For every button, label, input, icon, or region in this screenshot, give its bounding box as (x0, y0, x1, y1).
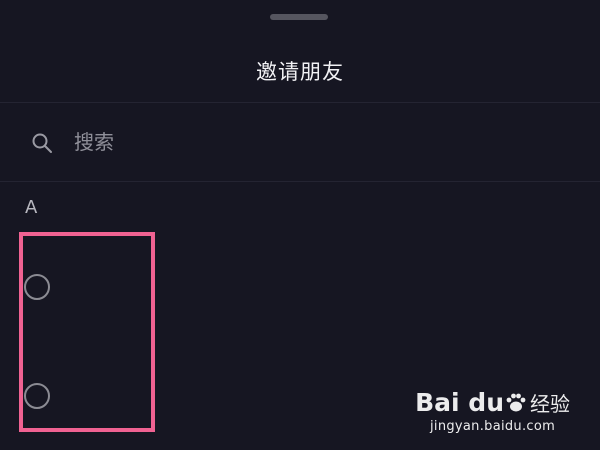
search-divider (0, 181, 600, 182)
drag-handle[interactable] (270, 14, 328, 20)
section-header-a: A (25, 197, 38, 218)
watermark-logo-cn: 经验 (530, 392, 570, 416)
baidu-jingyan-watermark: Bai du 经验 jingyan.baidu.com (415, 388, 570, 435)
watermark-url: jingyan.baidu.com (430, 419, 556, 434)
paw-icon (504, 391, 528, 415)
search-bar[interactable] (0, 104, 600, 180)
sheet-title: 邀请朋友 (256, 60, 344, 84)
header-divider (0, 102, 600, 103)
annotation-highlight-box (19, 232, 155, 432)
watermark-logo-text: Bai du (415, 388, 504, 417)
search-input[interactable] (74, 126, 554, 158)
search-icon (30, 131, 54, 155)
invite-friends-sheet: 邀请朋友 A Bai du 经验 jin (0, 0, 600, 450)
watermark-logo: Bai du 经验 (415, 388, 570, 419)
